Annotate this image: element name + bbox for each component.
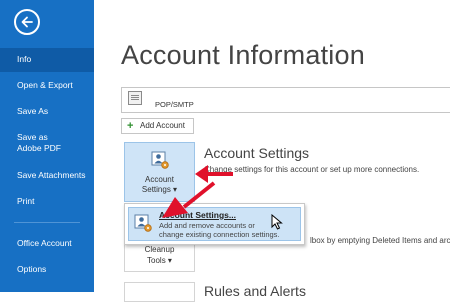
nav-item-office-account[interactable]: Office Account	[0, 238, 94, 249]
rules-alerts-button[interactable]	[124, 282, 195, 302]
nav-item-options[interactable]: Options	[0, 264, 94, 275]
cleanup-tools-label: Tools ▾	[147, 256, 172, 265]
account-settings-title: Account Settings	[204, 145, 310, 161]
back-button[interactable]	[14, 9, 40, 35]
mouse-cursor-icon	[271, 214, 283, 230]
nav-item-save-as[interactable]: Save As	[0, 106, 94, 117]
nav-item-save-as-adobe-pdf[interactable]: Save as Adobe PDF	[0, 132, 94, 154]
nav-item-label: Open & Export	[17, 80, 73, 90]
cleanup-tools-label: Cleanup	[144, 245, 175, 254]
nav-item-open-export[interactable]: Open & Export	[0, 80, 94, 91]
nav-item-label: Save as Adobe PDF	[17, 132, 61, 153]
account-selector[interactable]: POP/SMTP	[121, 87, 450, 113]
add-account-label: Add Account	[140, 121, 185, 130]
account-selector-value: POP/SMTP	[155, 100, 194, 109]
navigation-pane: Info Open & Export Save As Save as Adobe…	[0, 0, 94, 292]
nav-item-label: Office Account	[17, 238, 72, 248]
account-settings-icon	[151, 151, 169, 169]
nav-divider	[14, 222, 80, 223]
nav-item-info[interactable]: Info	[0, 48, 94, 72]
menu-item-description: Add and remove accounts or	[159, 221, 255, 230]
account-icon	[128, 91, 142, 105]
back-arrow-icon	[21, 16, 33, 28]
nav-item-save-attachments[interactable]: Save Attachments	[0, 170, 94, 181]
account-settings-description: Change settings for this account or set …	[204, 165, 420, 174]
nav-item-label: Save As	[17, 106, 49, 116]
menu-item-description: change existing connection settings.	[159, 230, 280, 239]
nav-item-print[interactable]: Print	[0, 196, 94, 207]
nav-item-label: Print	[17, 196, 35, 206]
nav-item-label: Save Attachments	[17, 170, 86, 180]
rules-alerts-title: Rules and Alerts	[204, 283, 306, 299]
annotation-arrow-icon	[162, 181, 216, 218]
page-title: Account Information	[121, 40, 365, 70]
plus-icon: +	[127, 120, 134, 132]
cleanup-description: lbox by emptying Deleted Items and arc	[310, 236, 450, 245]
add-account-button[interactable]: + Add Account	[121, 118, 194, 134]
nav-item-label: Options	[17, 264, 47, 274]
nav-item-label: Info	[17, 54, 32, 64]
